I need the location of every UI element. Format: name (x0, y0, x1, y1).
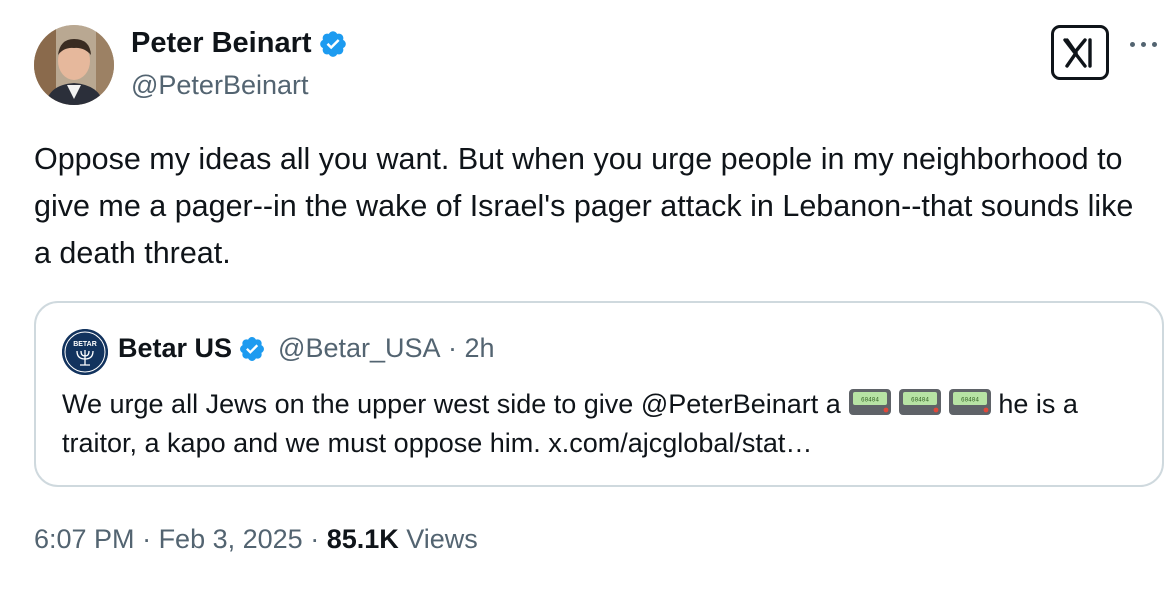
tweet-footer: 6:07 PM · Feb 3, 2025 · 85.1K Views (34, 524, 478, 555)
author-name[interactable]: Peter Beinart (131, 27, 312, 60)
more-options-icon[interactable] (1130, 42, 1157, 47)
pager-screen-text: 60404 (961, 397, 979, 404)
x-logo-glyph (1063, 37, 1092, 68)
tweet-time[interactable]: 6:07 PM (34, 524, 135, 554)
author-avatar-image (34, 25, 114, 105)
quoted-tweet-card[interactable]: BETAR Betar US @Betar_USA · 2h We urge a… (34, 301, 1164, 487)
verified-badge-icon[interactable] (318, 29, 348, 59)
pager-icon: 60404 (899, 389, 942, 415)
author-name-row: Peter Beinart (131, 27, 348, 60)
quote-separator: · (440, 333, 465, 363)
tweet-text: Oppose my ideas all you want. But when y… (34, 142, 1134, 270)
more-dot (1152, 42, 1157, 47)
pager-icon: 60404 (949, 389, 992, 415)
quote-author-handle[interactable]: @Betar_USA (278, 333, 440, 364)
quote-text: We urge all Jews on the upper west side … (62, 385, 1142, 463)
x-logo-icon[interactable] (1051, 25, 1109, 80)
more-dot (1130, 42, 1135, 47)
quote-header: Betar US @Betar_USA · 2h (118, 333, 495, 364)
betar-logo-text: BETAR (73, 341, 97, 348)
quote-text-before: We urge all Jews on the upper west side … (62, 389, 849, 419)
tweet-date[interactable]: Feb 3, 2025 (159, 524, 303, 554)
pager-screen-text: 60404 (861, 397, 879, 404)
views-count: 85.1K (326, 524, 399, 554)
pager-icon: 60404 (849, 389, 892, 415)
verified-badge-icon[interactable] (238, 335, 266, 363)
pager-screen-text: 60404 (911, 397, 929, 404)
more-dot (1141, 42, 1146, 47)
views-label: Views (406, 524, 478, 554)
betar-logo-icon: BETAR (62, 329, 108, 375)
footer-separator: · (302, 524, 327, 554)
author-avatar[interactable] (34, 25, 114, 105)
footer-separator: · (134, 524, 159, 554)
pager-emoji-group: 60404 60404 60404 (848, 389, 998, 419)
quote-avatar[interactable]: BETAR (62, 329, 108, 375)
author-handle[interactable]: @PeterBeinart (131, 70, 309, 101)
quote-time[interactable]: 2h (465, 333, 495, 364)
quote-author-name[interactable]: Betar US (118, 333, 232, 364)
